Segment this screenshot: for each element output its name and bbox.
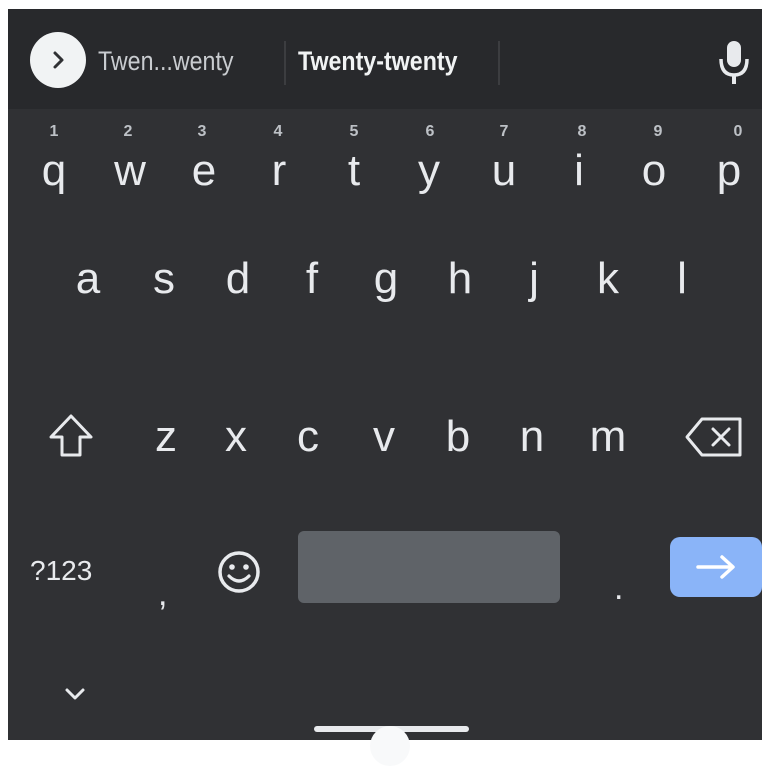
- key-d[interactable]: d: [208, 251, 268, 307]
- key-hint: 7: [499, 123, 509, 140]
- enter-button[interactable]: [670, 537, 762, 597]
- key-e[interactable]: e: [174, 143, 234, 199]
- key-p[interactable]: p: [699, 143, 759, 199]
- comma-key[interactable]: ,: [158, 575, 167, 614]
- suggestion-middle[interactable]: Twenty-twenty: [298, 43, 458, 79]
- key-h[interactable]: h: [430, 251, 490, 307]
- key-row-1: q 1 w 2 e 3 r 4 t 5 y 6 u 7 i 8 o 9 p 0: [8, 109, 762, 219]
- key-w[interactable]: w: [100, 143, 160, 199]
- key-hint: 5: [349, 123, 359, 140]
- expand-toolbar-button[interactable]: [30, 32, 86, 88]
- key-k[interactable]: k: [578, 251, 638, 307]
- key-t[interactable]: t: [324, 143, 384, 199]
- emoji-icon[interactable]: [216, 549, 262, 595]
- key-r[interactable]: r: [249, 143, 309, 199]
- key-hint: 6: [425, 123, 435, 140]
- period-key[interactable]: .: [614, 569, 623, 608]
- key-l[interactable]: l: [652, 251, 712, 307]
- key-j[interactable]: j: [504, 251, 564, 307]
- key-v[interactable]: v: [354, 409, 414, 465]
- key-i[interactable]: i: [549, 143, 609, 199]
- key-u[interactable]: u: [474, 143, 534, 199]
- suggestion-divider: [284, 41, 286, 85]
- key-hint: 0: [733, 123, 743, 140]
- chevron-down-icon[interactable]: [62, 685, 88, 703]
- key-y[interactable]: y: [399, 143, 459, 199]
- key-hint: 4: [273, 123, 283, 140]
- key-x[interactable]: x: [206, 409, 266, 465]
- key-c[interactable]: c: [278, 409, 338, 465]
- key-hint: 9: [653, 123, 663, 140]
- microphone-icon[interactable]: [714, 37, 754, 87]
- backspace-icon[interactable]: [684, 415, 744, 459]
- arrow-right-icon: [696, 555, 735, 579]
- shift-icon[interactable]: [46, 411, 96, 461]
- key-hint: 2: [123, 123, 133, 140]
- key-row-3: zxcvbnm: [8, 339, 762, 461]
- key-hint: 3: [197, 123, 207, 140]
- chevron-right-icon: [53, 51, 64, 69]
- key-f[interactable]: f: [282, 251, 342, 307]
- key-m[interactable]: m: [578, 409, 638, 465]
- key-hint: 8: [577, 123, 587, 140]
- key-s[interactable]: s: [134, 251, 194, 307]
- keyboard: Twen...wenty Twenty-twenty q 1 w 2 e 3 r 4 t 5 y 6 u…: [8, 9, 762, 740]
- key-z[interactable]: z: [136, 409, 196, 465]
- suggestion-divider: [498, 41, 500, 85]
- key-n[interactable]: n: [502, 409, 562, 465]
- key-b[interactable]: b: [428, 409, 488, 465]
- key-q[interactable]: q: [24, 143, 84, 199]
- suggestion-strip: Twen...wenty Twenty-twenty: [8, 9, 762, 109]
- symbols-key[interactable]: ?123: [30, 555, 92, 587]
- suggestion-left[interactable]: Twen...wenty: [98, 43, 234, 79]
- key-a[interactable]: a: [58, 251, 118, 307]
- key-o[interactable]: o: [624, 143, 684, 199]
- key-row-2: asdfghjkl: [8, 219, 762, 339]
- cursor-handle[interactable]: [370, 726, 410, 766]
- space-bar[interactable]: [298, 531, 560, 603]
- key-hint: 1: [49, 123, 59, 140]
- key-g[interactable]: g: [356, 251, 416, 307]
